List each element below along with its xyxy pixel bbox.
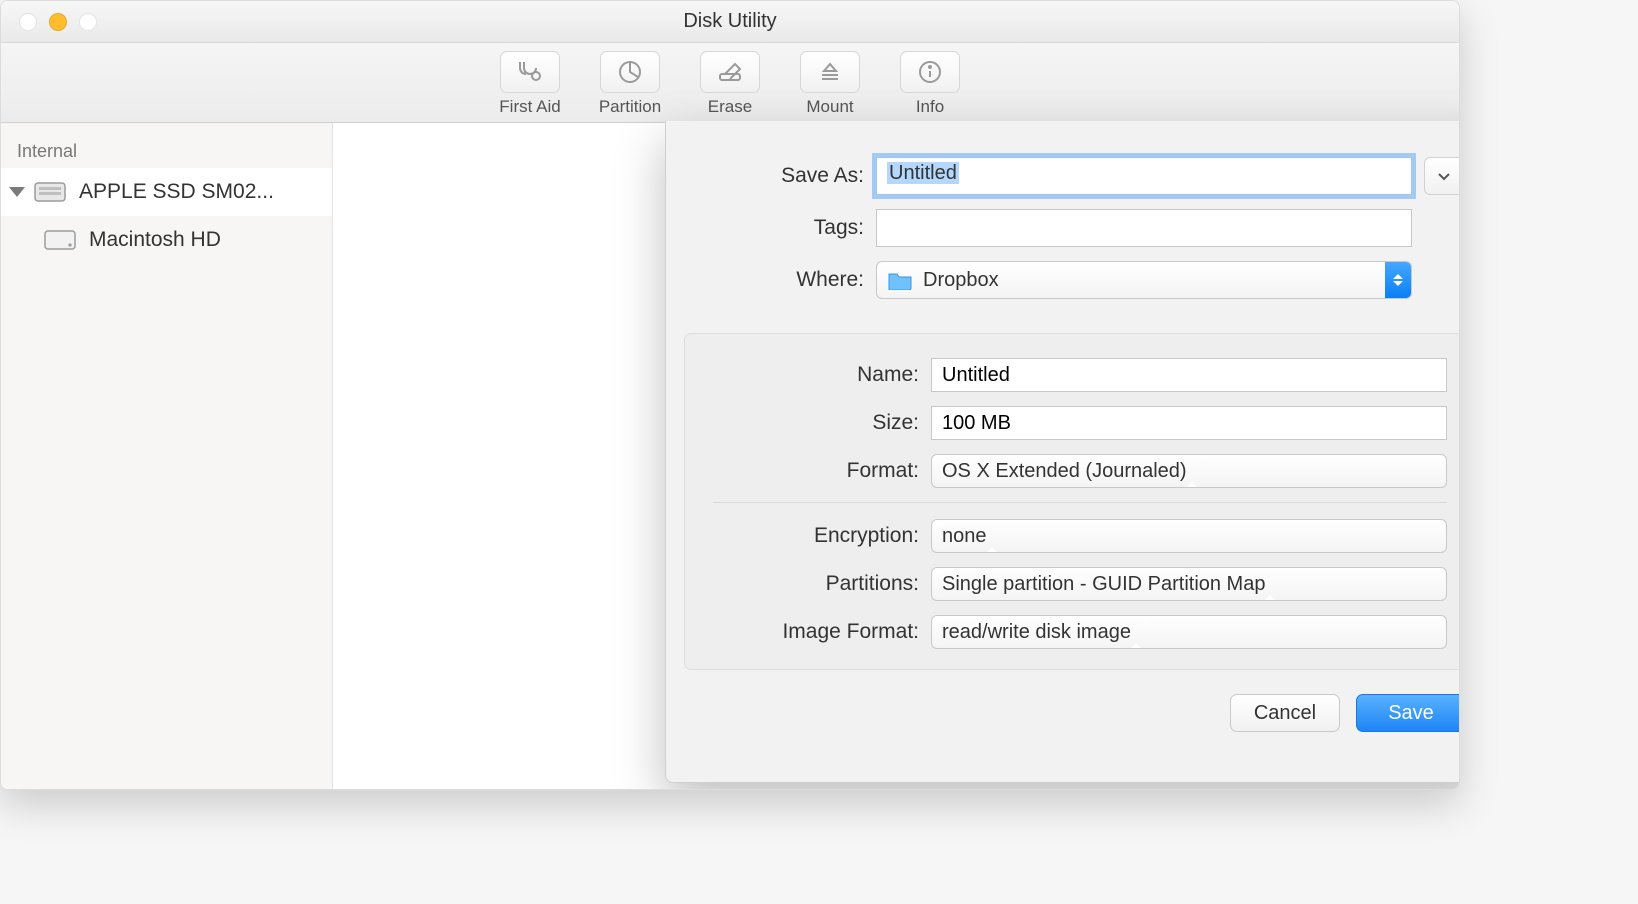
- drive-icon: [33, 179, 67, 205]
- folder-icon: [887, 270, 913, 290]
- toolbar-label: Info: [916, 97, 944, 117]
- stethoscope-icon: [500, 51, 560, 93]
- toolbar-label: Mount: [806, 97, 853, 117]
- save-as-value: Untitled: [887, 162, 959, 184]
- window-title: Disk Utility: [1, 10, 1459, 33]
- partitions-label: Partitions:: [713, 572, 919, 596]
- toolbar-label: First Aid: [499, 97, 560, 117]
- format-value: OS X Extended (Journaled): [942, 460, 1187, 483]
- where-value: Dropbox: [923, 269, 1385, 292]
- select-caret-icon: [987, 525, 1007, 548]
- partitions-value: Single partition - GUID Partition Map: [942, 573, 1265, 596]
- disk-utility-window: Disk Utility First Aid Partition: [0, 0, 1460, 790]
- name-input[interactable]: [931, 358, 1447, 392]
- size-label: Size:: [713, 411, 919, 435]
- save-sheet-top: Save As: Untitled Tags:: [666, 121, 1460, 333]
- sidebar: Internal APPLE SSD SM02... Macintosh HD: [1, 123, 333, 789]
- window-body: Internal APPLE SSD SM02... Macintosh HD …: [1, 123, 1459, 789]
- sheet-buttons: Cancel Save: [666, 670, 1460, 732]
- select-caret-icon: [1385, 262, 1411, 298]
- encryption-select[interactable]: none: [931, 519, 1447, 553]
- erase-icon: [700, 51, 760, 93]
- info-icon: [900, 51, 960, 93]
- name-label: Name:: [713, 363, 919, 387]
- select-caret-icon: [1265, 573, 1285, 596]
- mount-icon: [800, 51, 860, 93]
- toolbar-label: Partition: [599, 97, 661, 117]
- toolbar-item-partition[interactable]: Partition: [589, 51, 671, 117]
- format-select[interactable]: OS X Extended (Journaled): [931, 454, 1447, 488]
- save-button[interactable]: Save: [1356, 694, 1460, 732]
- toolbar-item-erase[interactable]: Erase: [689, 51, 771, 117]
- image-format-value: read/write disk image: [942, 621, 1131, 644]
- sidebar-item-label: Macintosh HD: [89, 228, 221, 252]
- sidebar-item-apple-ssd[interactable]: APPLE SSD SM02...: [1, 168, 332, 216]
- volume-icon: [43, 227, 77, 253]
- image-format-select[interactable]: read/write disk image: [931, 615, 1447, 649]
- encryption-value: none: [942, 525, 987, 548]
- image-format-label: Image Format:: [713, 620, 919, 644]
- save-sheet: Save As: Untitled Tags:: [665, 121, 1460, 783]
- chevron-down-icon: [1437, 166, 1451, 187]
- image-options-box: Name: Size: Format: OS X Extended (Journ…: [684, 333, 1460, 670]
- toolbar-item-first-aid[interactable]: First Aid: [489, 51, 571, 117]
- tags-input[interactable]: [876, 209, 1412, 247]
- pie-icon: [600, 51, 660, 93]
- select-caret-icon: [1131, 621, 1151, 644]
- format-label: Format:: [713, 459, 919, 483]
- where-label: Where:: [696, 268, 864, 292]
- expand-save-panel-button[interactable]: [1424, 157, 1460, 195]
- divider: [713, 502, 1447, 503]
- toolbar-item-mount[interactable]: Mount: [789, 51, 871, 117]
- save-as-input[interactable]: Untitled: [876, 157, 1412, 195]
- tags-label: Tags:: [696, 216, 864, 240]
- toolbar: First Aid Partition Erase: [1, 43, 1459, 123]
- detail-pane: 251 GB 3 Solid state disk0 Save As: Unti…: [333, 123, 1459, 789]
- encryption-label: Encryption:: [713, 524, 919, 548]
- size-input[interactable]: [931, 406, 1447, 440]
- sidebar-header-internal: Internal: [1, 131, 332, 168]
- partitions-select[interactable]: Single partition - GUID Partition Map: [931, 567, 1447, 601]
- save-as-label: Save As:: [696, 164, 864, 188]
- where-select[interactable]: Dropbox: [876, 261, 1412, 299]
- titlebar: Disk Utility: [1, 1, 1459, 43]
- sidebar-item-macintosh-hd[interactable]: Macintosh HD: [1, 216, 332, 264]
- toolbar-item-info[interactable]: Info: [889, 51, 971, 117]
- chevron-down-icon[interactable]: [9, 187, 25, 197]
- sidebar-item-label: APPLE SSD SM02...: [79, 180, 274, 204]
- select-caret-icon: [1187, 460, 1207, 483]
- cancel-button[interactable]: Cancel: [1230, 694, 1340, 732]
- toolbar-label: Erase: [708, 97, 752, 117]
